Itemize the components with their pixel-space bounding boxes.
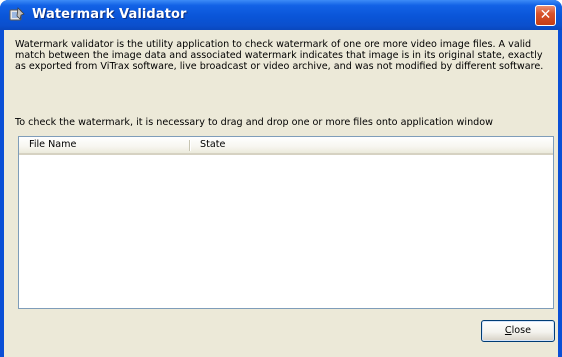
instruction-text: To check the watermark, it is necessary …	[15, 117, 493, 128]
file-list-header: File Name State	[19, 137, 553, 155]
window-close-button[interactable]: ✕	[535, 5, 556, 26]
column-header-file-name[interactable]: File Name	[19, 137, 189, 153]
close-button[interactable]: Close	[481, 320, 555, 342]
column-header-state[interactable]: State	[190, 137, 553, 153]
title-bar[interactable]: Watermark Validator ✕	[0, 0, 562, 30]
close-icon: ✕	[539, 7, 552, 23]
watermark-validator-window: Watermark Validator ✕ Watermark validato…	[0, 0, 562, 357]
file-list-body[interactable]	[19, 155, 553, 308]
close-button-mnemonic: C	[504, 325, 512, 336]
description-text: Watermark validator is the utility appli…	[15, 39, 544, 72]
close-button-label: lose	[511, 325, 532, 336]
window-title: Watermark Validator	[32, 7, 187, 22]
file-list[interactable]: File Name State	[18, 136, 554, 309]
dialog-client-area: Watermark validator is the utility appli…	[4, 30, 558, 357]
watermark-app-icon	[9, 7, 25, 21]
